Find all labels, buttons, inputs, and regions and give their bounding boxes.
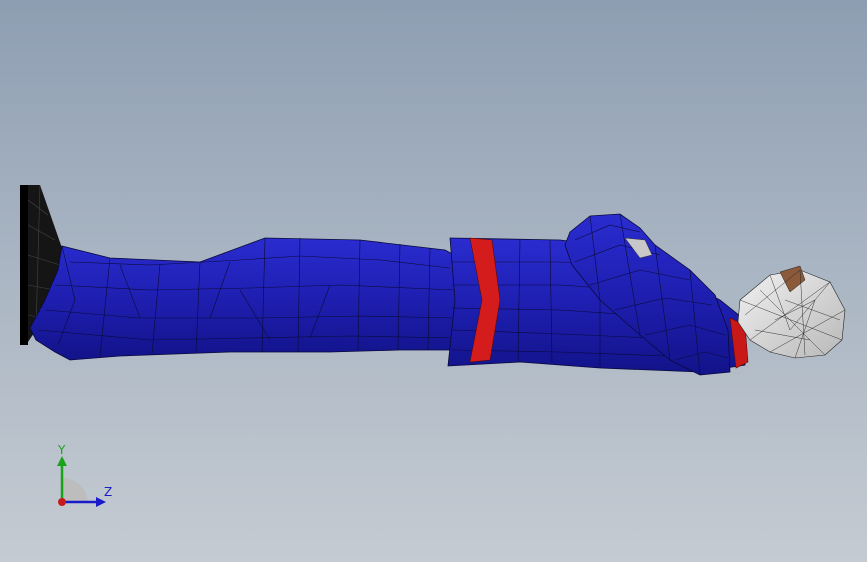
triad-plane-icon bbox=[62, 477, 88, 502]
axis-triad: Y Z bbox=[57, 443, 112, 507]
human-figure-model[interactable] bbox=[0, 0, 867, 562]
y-arrowhead-icon bbox=[57, 456, 67, 466]
x-axis-dot bbox=[58, 498, 66, 506]
y-axis-label: Y bbox=[57, 443, 66, 457]
z-axis-label: Z bbox=[104, 485, 112, 499]
legs bbox=[29, 237, 461, 361]
3d-viewport[interactable]: Y Z bbox=[0, 0, 867, 562]
head bbox=[737, 265, 846, 359]
